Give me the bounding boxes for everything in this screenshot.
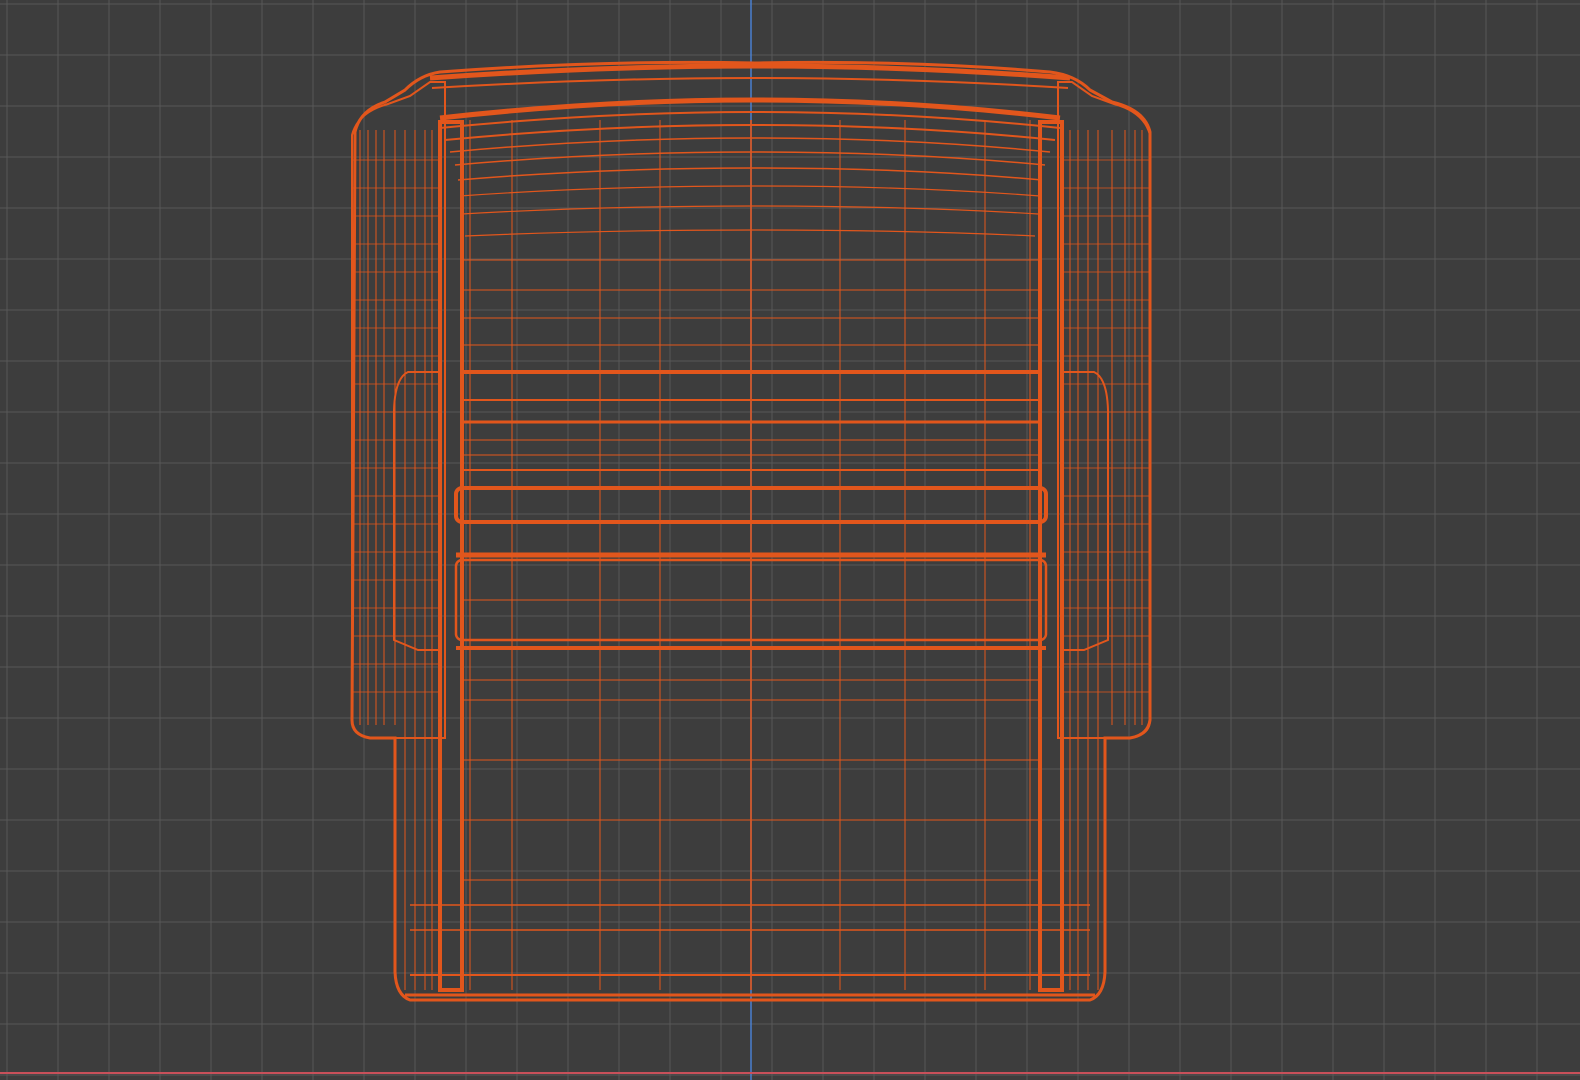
left-arm-shell [351,81,446,739]
armchair-wireframe-model[interactable] [350,60,1152,1002]
3d-viewport[interactable] [0,0,1580,1080]
backrest-curve-5 [454,151,1046,166]
backrest-curve-6 [457,167,1043,181]
viewport-canvas[interactable] [0,0,1580,1080]
backrest-curve-4 [449,137,1051,153]
backrest-top-rim-inner [431,76,1069,89]
backrest-curve-8 [461,205,1039,215]
backrest-curve-9 [464,229,1036,237]
backrest-inner-curve [439,97,1061,121]
right-arm-shell [1057,81,1151,739]
backrest-curve-7 [459,185,1041,197]
viewport-grid [0,0,1580,1080]
